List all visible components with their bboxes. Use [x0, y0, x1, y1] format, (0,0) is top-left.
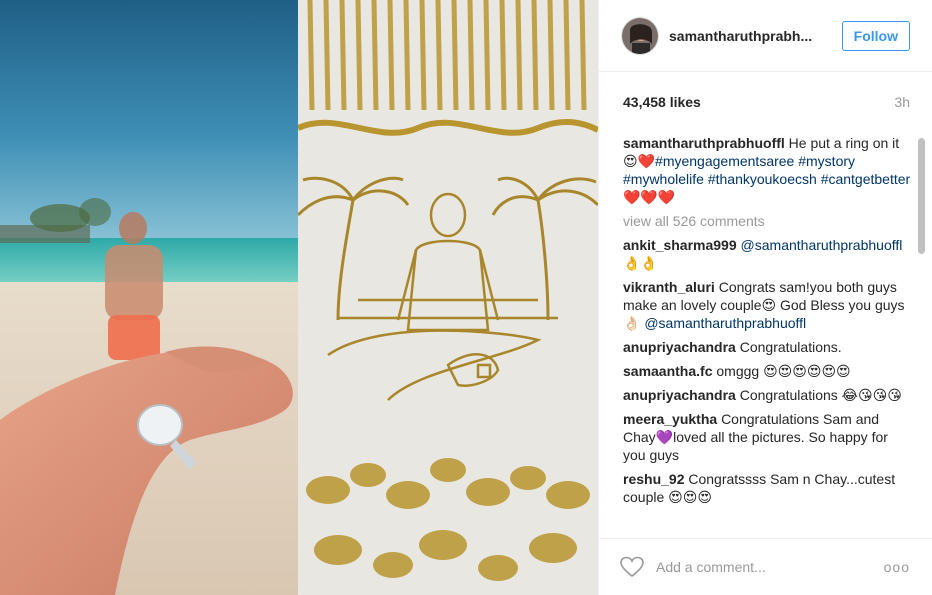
post-media[interactable] [0, 0, 598, 595]
instagram-post: samantharuthprabh... Follow 43,458 likes… [0, 0, 932, 595]
caption: samantharuthprabhuoffl He put a ring on … [623, 134, 913, 206]
comment-item: meera_yuktha Congratulations Sam and Cha… [623, 410, 913, 464]
view-all-comments-link[interactable]: view all 526 comments [623, 212, 913, 230]
comment-text: Congratulations 😂😘😘😘 [739, 387, 902, 403]
comment-username[interactable]: meera_yuktha [623, 411, 717, 427]
comment-username[interactable]: anupriyachandra [623, 387, 736, 403]
comments-scrollbar[interactable] [917, 126, 926, 536]
mention-link[interactable]: @samantharuthprabhuoffl [741, 237, 903, 253]
post-sidebar: samantharuthprabh... Follow 43,458 likes… [598, 0, 932, 595]
post-time[interactable]: 3h [894, 94, 910, 110]
embroidered-saree-photo [298, 0, 598, 595]
comment-username[interactable]: reshu_92 [623, 471, 684, 487]
hashtag-link[interactable]: #myengagementsaree [655, 153, 794, 169]
caption-emoji: 😍❤️ [623, 153, 656, 169]
hashtag-link[interactable]: #thankyoukoecsh [708, 171, 817, 187]
follow-button[interactable]: Follow [841, 20, 910, 51]
comment-username[interactable]: samaantha.fc [623, 363, 712, 379]
profile-picture-icon [622, 17, 658, 54]
mention-link[interactable]: @samantharuthprabhuoffl [644, 315, 806, 331]
comment-username[interactable]: anupriyachandra [623, 339, 736, 355]
comment-list: samantharuthprabhuoffl He put a ring on … [623, 134, 913, 534]
comment-text: Congratulations. [739, 339, 842, 355]
engagement-ring-photo [0, 0, 298, 595]
scrollbar-thumb[interactable] [918, 138, 925, 254]
comment-emoji: 👌👌 [623, 255, 658, 271]
comment-item: anupriyachandra Congratulations 😂😘😘😘 [623, 386, 913, 404]
caption-text: He put a ring on it [788, 135, 900, 151]
comment-item: reshu_92 Congratssss Sam n Chay...cutest… [623, 470, 913, 506]
comment-text: omggg 😍😍😍😍😍😍 [716, 363, 851, 379]
caption-username[interactable]: samantharuthprabhuoffl [623, 135, 785, 151]
comment-item: anupriyachandra Congratulations. [623, 338, 913, 356]
caption-trailing-emoji: ❤️❤️❤️ [623, 189, 676, 205]
hashtag-link[interactable]: #mywholelife [623, 171, 704, 187]
comment-username[interactable]: ankit_sharma999 [623, 237, 737, 253]
username-link[interactable]: samantharuthprabh... [669, 28, 842, 44]
hashtag-link[interactable]: #mystory [798, 153, 855, 169]
comment-bar: ooo [598, 538, 932, 595]
post-header: samantharuthprabh... Follow [599, 0, 932, 72]
add-comment-input[interactable] [656, 559, 884, 575]
hashtag-link[interactable]: #cantgetbetter [821, 171, 911, 187]
avatar[interactable] [621, 16, 659, 55]
likes-count[interactable]: 43,458 likes [623, 94, 701, 110]
comment-item: samaantha.fc omggg 😍😍😍😍😍😍 [623, 362, 913, 380]
heart-icon[interactable] [620, 556, 644, 578]
comment-item: ankit_sharma999 @samantharuthprabhuoffl … [623, 236, 913, 272]
comment-username[interactable]: vikranth_aluri [623, 279, 715, 295]
comment-item: vikranth_aluri Congrats sam!you both guy… [623, 278, 913, 332]
post-meta: 43,458 likes 3h [599, 72, 932, 132]
more-options-button[interactable]: ooo [884, 559, 910, 575]
